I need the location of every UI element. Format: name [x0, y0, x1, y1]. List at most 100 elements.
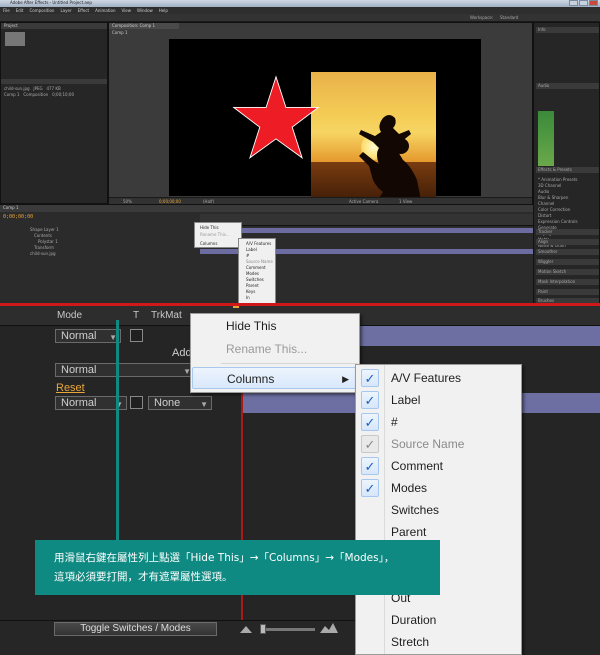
columns-submenu: ✓ A/V Features ✓ Label ✓ # ✓ Source Name ✓ Co…	[355, 364, 522, 655]
toggle-switches-modes-button[interactable]: Toggle Switches / Modes	[54, 622, 217, 636]
mini-menu-item[interactable]: Columns	[200, 242, 217, 246]
tools-bar: Workspace: Standard	[0, 14, 600, 22]
menu-animation[interactable]: Animation	[95, 8, 115, 13]
effects-item[interactable]: Channel	[538, 202, 578, 206]
mini-menu-item[interactable]: Hide This	[200, 226, 219, 230]
column-duration[interactable]: Duration	[357, 609, 520, 631]
zoom-slider-track[interactable]	[260, 628, 315, 631]
right-panels: Info Audio Effects & Presets * Animation…	[533, 22, 600, 304]
effects-list: * Animation Presets 3D Channel Audio Blu…	[538, 175, 578, 248]
menu-help[interactable]: Help	[159, 8, 168, 13]
preserve-transparency-checkbox[interactable]	[130, 329, 143, 342]
reset-link[interactable]: Reset	[56, 382, 85, 394]
menu-effect[interactable]: Effect	[78, 8, 90, 13]
checkmark-icon: ✓	[361, 391, 379, 409]
trkmat-column-header[interactable]: TrkMat	[151, 310, 182, 321]
menu-composition[interactable]: Composition	[29, 8, 54, 13]
paint-tab[interactable]: Paint	[536, 289, 599, 295]
layer-duration-bar[interactable]	[200, 228, 533, 233]
layer-name[interactable]: child-sun.jpg	[30, 252, 56, 256]
effects-item[interactable]: Audio	[538, 190, 578, 194]
menu-layer[interactable]: Layer	[60, 8, 71, 13]
add-label[interactable]: Add	[172, 347, 192, 359]
preserve-transparency-checkbox[interactable]	[130, 396, 143, 409]
mode-column-header[interactable]: Mode	[57, 310, 82, 321]
overview-screenshot: Adobe After Effects - Untitled Project.a…	[0, 0, 600, 304]
column-comment[interactable]: ✓ Comment	[357, 455, 520, 477]
checkmark-icon: ✓	[361, 369, 379, 387]
info-tab[interactable]: Info	[536, 27, 599, 33]
workspace-select[interactable]: Standard	[500, 16, 518, 20]
composition-viewer[interactable]	[169, 39, 481, 216]
time-ruler[interactable]	[200, 214, 533, 226]
effects-item[interactable]: Expression Controls	[538, 220, 578, 224]
mini-sub-item[interactable]: Label	[246, 248, 257, 252]
effects-item[interactable]: Blur & Sharpen	[538, 196, 578, 200]
checkmark-icon: ✓	[361, 457, 379, 475]
mini-sub-item[interactable]: Keys	[246, 290, 255, 294]
menu-edit[interactable]: Edit	[16, 8, 24, 13]
effects-item[interactable]: Distort	[538, 214, 578, 218]
mini-sub-item[interactable]: Parent	[246, 284, 259, 288]
mini-sub-item[interactable]: #	[246, 254, 249, 258]
context-menu: Hide This Rename This... Columns ▶	[190, 313, 360, 393]
checkmark-icon: ✓	[361, 479, 379, 497]
column-source-name: ✓ Source Name	[357, 433, 520, 455]
menu-window[interactable]: Window	[137, 8, 153, 13]
timeline-tab[interactable]: Comp 1	[0, 205, 533, 212]
effects-presets-tab[interactable]: Effects & Presets	[536, 167, 599, 173]
smoother-tab[interactable]: Smoother	[536, 249, 599, 255]
layer-property[interactable]: Contents	[34, 234, 52, 238]
zoom-slider-thumb[interactable]	[260, 624, 266, 634]
motion-sketch-tab[interactable]: Motion Sketch	[536, 269, 599, 275]
minimize-button[interactable]	[569, 0, 578, 6]
timeline-timecode[interactable]: 0;00;00;00	[3, 214, 33, 220]
column-switches[interactable]: Switches	[357, 499, 520, 521]
menu-hide-this[interactable]: Hide This	[192, 315, 358, 337]
layer-property[interactable]: Transform	[34, 246, 54, 250]
mini-sub-item[interactable]: A/V Features	[246, 242, 271, 246]
menu-columns[interactable]: Columns ▶	[192, 367, 358, 389]
effects-item[interactable]: 3D Channel	[538, 184, 578, 188]
mini-menu-item: Rename This...	[200, 232, 230, 237]
mini-sub-item[interactable]: Comment	[246, 266, 266, 270]
layer-name[interactable]: Shape Layer 1	[30, 228, 59, 232]
project-item-row[interactable]: child-sun.jpg JPEG 477 KB	[4, 87, 61, 91]
menu-file[interactable]: File	[3, 8, 10, 13]
column-modes[interactable]: ✓ Modes	[357, 477, 520, 499]
t-column-header[interactable]: T	[133, 310, 139, 321]
zoom-in-mountain-icon[interactable]	[320, 623, 338, 633]
mini-sub-item[interactable]: In	[246, 296, 250, 300]
child-sun-image	[311, 72, 436, 216]
project-tab[interactable]: Project	[1, 23, 107, 29]
column-number[interactable]: ✓ #	[357, 411, 520, 433]
menu-view[interactable]: View	[122, 8, 132, 13]
audio-tab[interactable]: Audio	[536, 83, 599, 89]
mini-sub-item[interactable]: Switches	[246, 278, 264, 282]
zoom-out-mountain-icon[interactable]	[240, 625, 252, 633]
wiggler-tab[interactable]: Wiggler	[536, 259, 599, 265]
star-shape	[232, 75, 320, 159]
mode-dropdown[interactable]: Normal ▼	[55, 329, 121, 343]
current-time-indicator[interactable]	[233, 306, 239, 308]
align-tab[interactable]: Align	[536, 239, 599, 245]
layer-property[interactable]: Polystar 1	[38, 240, 58, 244]
window-controls	[569, 0, 598, 7]
mask-interpolation-tab[interactable]: Mask Interpolation	[536, 279, 599, 285]
instruction-caption: 用滑鼠右鍵在屬性列上點選「Hide This」→「Columns」→「Modes…	[35, 540, 440, 595]
project-item-row[interactable]: Comp 1 Composition 0;00;10;00	[4, 93, 74, 97]
trkmat-dropdown[interactable]: None ▼	[148, 396, 212, 410]
tracker-tab[interactable]: Tracker	[536, 229, 599, 235]
mode-dropdown[interactable]: Normal ▼	[55, 363, 195, 377]
effects-item[interactable]: Color Correction	[538, 208, 578, 212]
close-button[interactable]	[589, 0, 598, 6]
comp-subtab[interactable]: Comp 1	[112, 31, 128, 35]
effects-item[interactable]: * Animation Presets	[538, 178, 578, 182]
composition-tab[interactable]: Composition: Comp 1	[109, 23, 532, 29]
column-av-features[interactable]: ✓ A/V Features	[357, 367, 520, 389]
mini-sub-item[interactable]: Modes	[246, 272, 259, 276]
column-stretch[interactable]: Stretch	[357, 631, 520, 653]
column-label[interactable]: ✓ Label	[357, 389, 520, 411]
project-thumbnail	[5, 32, 25, 46]
maximize-button[interactable]	[579, 0, 588, 6]
